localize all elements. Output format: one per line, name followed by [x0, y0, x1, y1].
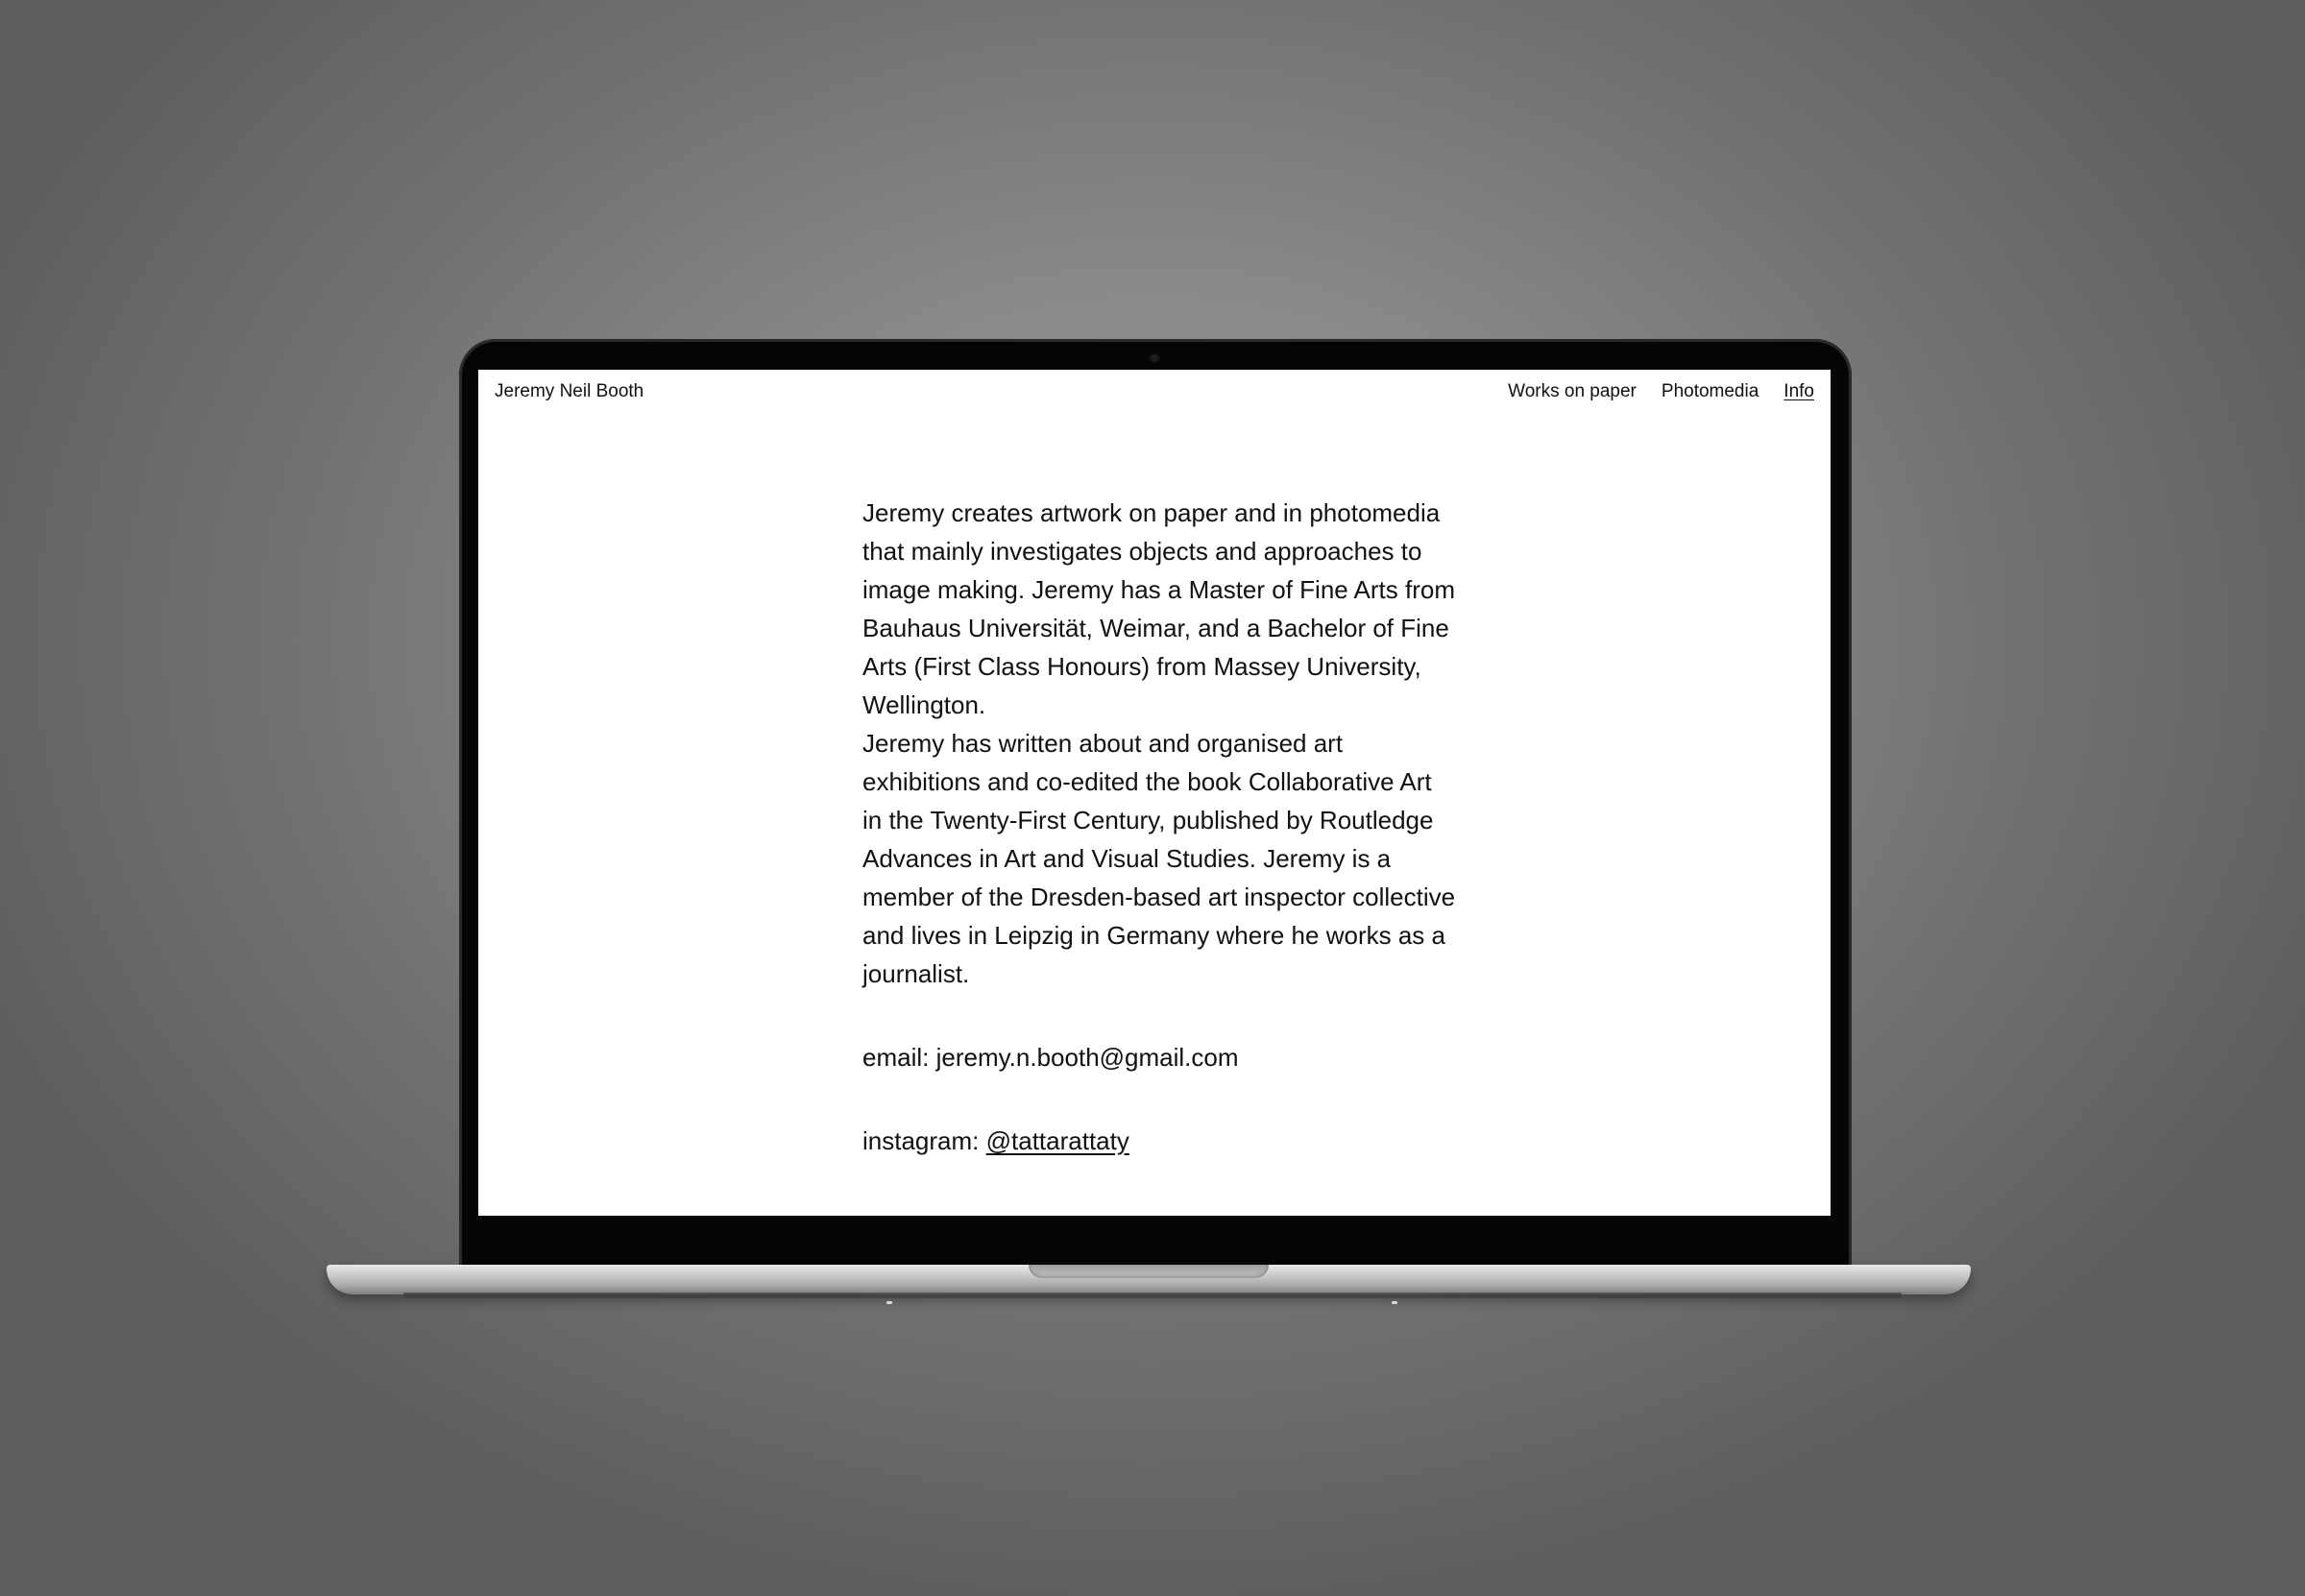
laptop-foot	[1392, 1301, 1397, 1304]
laptop-foot	[886, 1301, 892, 1304]
info-content: Jeremy creates artwork on paper and in p…	[862, 494, 1458, 1160]
instagram-label: instagram:	[862, 1126, 980, 1155]
email-line: email: jeremy.n.booth@gmail.com	[862, 1038, 1458, 1076]
instagram-line: instagram: @tattarattaty	[862, 1122, 1458, 1160]
site-nav: Works on paper Photomedia Info	[1508, 381, 1814, 402]
bio-paragraph-1: Jeremy creates artwork on paper and in p…	[862, 498, 1455, 719]
instagram-link[interactable]: @tattarattaty	[986, 1126, 1129, 1155]
laptop-base-edge	[403, 1293, 1902, 1298]
nav-works-on-paper[interactable]: Works on paper	[1508, 381, 1637, 402]
laptop-opening-notch	[1029, 1265, 1269, 1278]
site-title[interactable]: Jeremy Neil Booth	[495, 381, 643, 402]
site-header: Jeremy Neil Booth Works on paper Photome…	[495, 381, 1814, 410]
nav-info[interactable]: Info	[1783, 381, 1814, 402]
bio-paragraph-2: Jeremy has written about and organised a…	[862, 729, 1456, 988]
email-address[interactable]: jeremy.n.booth@gmail.com	[936, 1043, 1239, 1072]
camera-icon	[1151, 354, 1158, 362]
laptop-screen: Jeremy Neil Booth Works on paper Photome…	[478, 370, 1831, 1216]
nav-photomedia[interactable]: Photomedia	[1662, 381, 1759, 402]
email-label: email:	[862, 1043, 930, 1072]
